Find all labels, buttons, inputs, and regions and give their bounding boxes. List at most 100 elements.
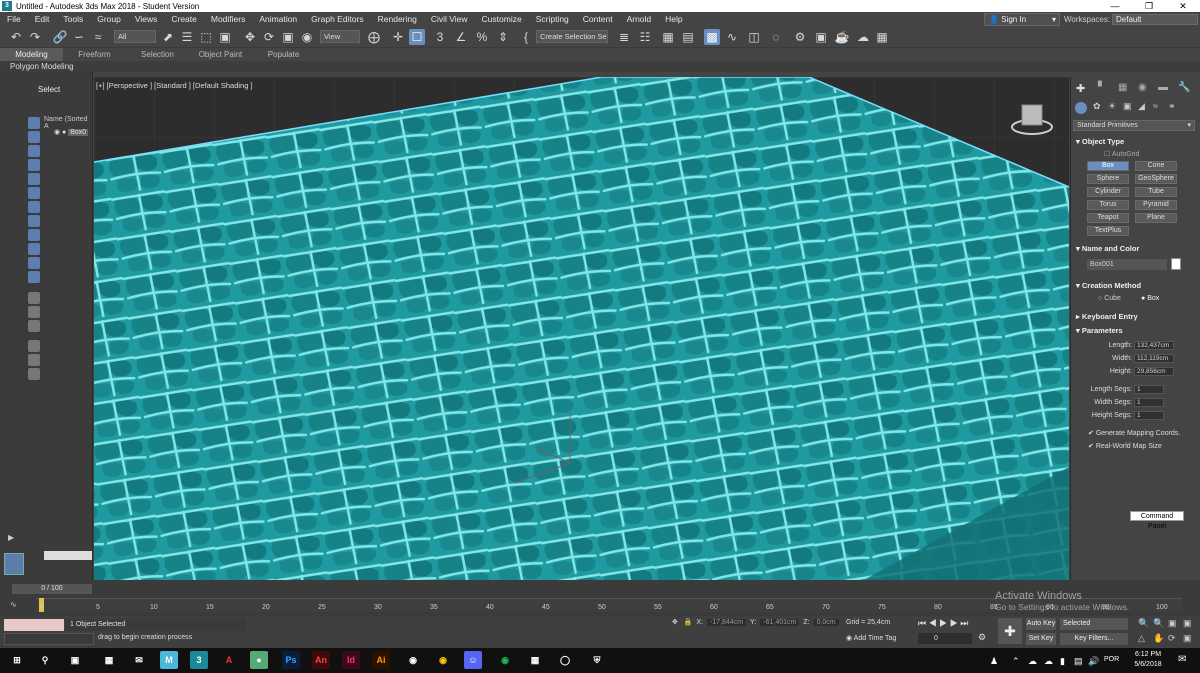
mail-icon[interactable]: ✉	[130, 651, 148, 669]
menu-customize[interactable]: Customize	[475, 14, 529, 24]
auto-key-button[interactable]: Auto Key	[1026, 618, 1056, 630]
zoom-icon[interactable]: 🔍	[1138, 618, 1149, 629]
select-invert-icon[interactable]	[28, 320, 40, 332]
app-icon[interactable]: ●	[250, 651, 268, 669]
cone-button[interactable]: Cone	[1135, 161, 1177, 171]
indesign-icon[interactable]: Id	[342, 651, 360, 669]
selection-filter-dropdown[interactable]: All	[114, 30, 156, 43]
named-selection-sets-dropdown[interactable]: Create Selection Se	[536, 30, 608, 43]
animate-icon[interactable]: An	[312, 651, 330, 669]
display-bones-icon[interactable]	[28, 243, 40, 255]
bind-space-warp-icon[interactable]: ≈	[90, 29, 106, 45]
time-slider[interactable]: 0 / 100	[12, 584, 92, 594]
align-icon[interactable]: ☷	[637, 29, 653, 45]
notifications-icon[interactable]: ✉	[1178, 654, 1186, 665]
utilities-tab-icon[interactable]: 🔧	[1178, 82, 1190, 93]
pyramid-button[interactable]: Pyramid	[1135, 200, 1177, 210]
scene-explorer-title[interactable]: Select	[38, 85, 60, 94]
snaps-toggle-icon[interactable]: 3	[432, 29, 448, 45]
object-name-input[interactable]: Box001	[1087, 259, 1167, 270]
display-spacewarps-icon[interactable]	[28, 201, 40, 213]
display-xrefs-icon[interactable]	[28, 229, 40, 241]
x-coordinate[interactable]: -17,844cm	[706, 619, 747, 626]
mini-curve-editor-icon[interactable]: ∿	[10, 600, 17, 609]
close-icon[interactable]: ✕	[1166, 0, 1200, 12]
shield-icon[interactable]: ⛨	[588, 651, 606, 669]
length-segs-input[interactable]: 1	[1134, 385, 1164, 394]
chrome-icon[interactable]: ◉	[434, 651, 452, 669]
modify-tab-icon[interactable]: ▘	[1098, 82, 1106, 93]
generate-mapping-checkbox[interactable]: ✔ Generate Mapping Coords.	[1088, 429, 1180, 437]
torus-button[interactable]: Torus	[1087, 200, 1129, 210]
width-input[interactable]: 112,119cm	[1134, 354, 1174, 363]
motion-tab-icon[interactable]: ◉	[1138, 82, 1147, 93]
shapes-icon[interactable]: ✿	[1093, 101, 1101, 112]
height-input[interactable]: 29,856cm	[1134, 367, 1174, 376]
schematic-view-icon[interactable]: ◫	[746, 29, 762, 45]
sphere-button[interactable]: Sphere	[1087, 174, 1129, 184]
next-frame-icon[interactable]: ▶	[950, 618, 958, 628]
key-filters-button[interactable]: Key Filters...	[1060, 633, 1128, 645]
creation-method-rollout[interactable]: ▾ Creation Method	[1076, 281, 1141, 290]
cylinder-button[interactable]: Cylinder	[1087, 187, 1129, 197]
display-tab-icon[interactable]: ▬	[1158, 82, 1168, 93]
parameters-rollout[interactable]: ▾ Parameters	[1076, 326, 1123, 335]
menu-group[interactable]: Group	[90, 14, 128, 24]
people-icon[interactable]: ♟	[990, 656, 998, 667]
absolute-mode-icon[interactable]: ✥	[672, 619, 678, 626]
zoom-all-icon[interactable]: 🔍	[1153, 618, 1164, 629]
menu-file[interactable]: File	[0, 14, 28, 24]
maxscript-listener-input[interactable]	[4, 619, 64, 631]
lights-icon[interactable]: ☀	[1108, 101, 1116, 112]
menu-animation[interactable]: Animation	[252, 14, 304, 24]
tab-selection[interactable]: Selection	[126, 48, 189, 61]
previous-frame-icon[interactable]: ◀	[929, 618, 937, 628]
unlink-icon[interactable]: ∽	[71, 29, 87, 45]
link-icon[interactable]: 🔗	[52, 29, 68, 45]
zoom-extents-all-icon[interactable]: ▣	[1183, 618, 1192, 629]
toggle-ribbon-icon[interactable]: ▩	[704, 29, 720, 45]
go-to-start-icon[interactable]: ⏮	[918, 618, 926, 628]
time-configuration-icon[interactable]: ⚙	[978, 632, 986, 643]
display-helpers-icon[interactable]	[28, 187, 40, 199]
select-all-icon[interactable]	[28, 292, 40, 304]
discord-icon[interactable]: ☺	[464, 651, 482, 669]
textplus-button[interactable]: TextPlus	[1087, 226, 1129, 236]
keyboard-entry-rollout[interactable]: ▸ Keyboard Entry	[1076, 312, 1138, 321]
acrobat-icon[interactable]: A	[220, 651, 238, 669]
menu-edit[interactable]: Edit	[28, 14, 57, 24]
water-box-top[interactable]	[94, 77, 1069, 580]
spotify-icon[interactable]: ◉	[496, 651, 514, 669]
select-rotate-icon[interactable]: ⟳	[261, 29, 277, 45]
pan-view-icon[interactable]: ✋	[1153, 633, 1164, 644]
autogrid-checkbox[interactable]: ☐ AutoGrid	[1104, 150, 1139, 158]
redo-icon[interactable]: ↷	[27, 29, 43, 45]
menu-graph-editors[interactable]: Graph Editors	[304, 14, 370, 24]
primitive-category-dropdown[interactable]: Standard Primitives ▾	[1073, 120, 1195, 131]
geometry-icon[interactable]	[1075, 102, 1087, 114]
z-coordinate[interactable]: 0,0cm	[813, 619, 839, 626]
task-view-icon[interactable]: ▣	[66, 651, 84, 669]
menu-tools[interactable]: Tools	[56, 14, 90, 24]
teapot-button[interactable]: Teapot	[1087, 213, 1129, 223]
spacewarps-icon[interactable]: ≈	[1153, 101, 1158, 111]
maya-icon[interactable]: M	[160, 651, 178, 669]
display-none-icon[interactable]	[28, 117, 40, 129]
cube-radio[interactable]: ○ Cube	[1098, 295, 1121, 302]
network-icon[interactable]: ▤	[1074, 656, 1083, 667]
width-segs-input[interactable]: 1	[1134, 398, 1164, 407]
onedrive-icon[interactable]: ☁	[1028, 656, 1037, 667]
select-manipulate-icon[interactable]: ✛	[390, 29, 406, 45]
current-frame-input[interactable]: 0	[918, 633, 972, 644]
minimize-icon[interactable]: —	[1098, 0, 1132, 12]
maximize-icon[interactable]: ❐	[1132, 0, 1166, 12]
menu-content[interactable]: Content	[576, 14, 620, 24]
workspace-select[interactable]: Default	[1112, 14, 1198, 25]
play-icon[interactable]: ▶	[939, 618, 947, 628]
edit-named-selection-icon[interactable]: {	[518, 29, 534, 45]
object-type-rollout[interactable]: ▾ Object Type	[1076, 137, 1124, 146]
perspective-viewport[interactable]	[94, 77, 1069, 580]
add-time-tag[interactable]: ◉ Add Time Tag	[846, 634, 896, 642]
plane-button[interactable]: Plane	[1135, 213, 1177, 223]
systems-icon[interactable]: ⚭	[1168, 101, 1176, 112]
